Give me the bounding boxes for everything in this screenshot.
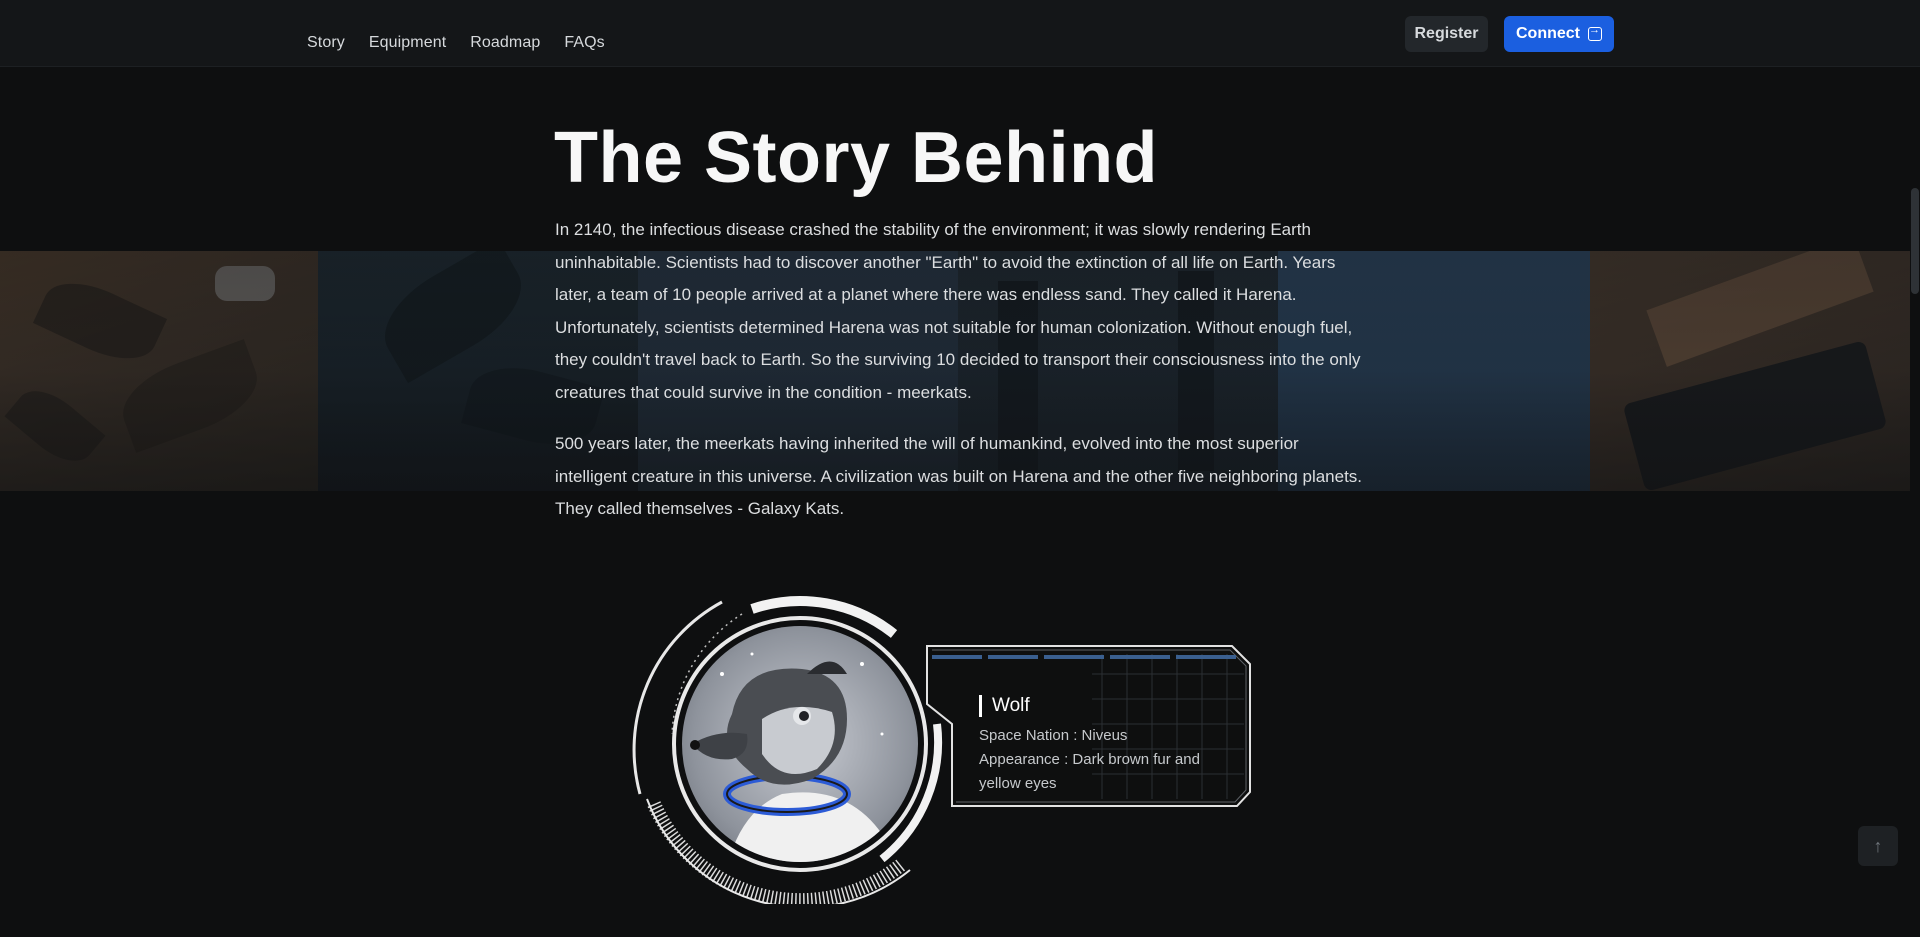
nav-link-equipment[interactable]: Equipment [369, 34, 446, 52]
story-paragraph-1: In 2140, the infectious disease crashed … [555, 220, 1361, 402]
arrow-up-icon: ↑ [1873, 835, 1883, 856]
back-to-top-button[interactable]: ↑ [1858, 826, 1898, 866]
top-navbar: Story Equipment Roadmap FAQs Register Co… [0, 0, 1920, 67]
nav-link-roadmap[interactable]: Roadmap [470, 34, 540, 52]
scrollbar-thumb[interactable] [1911, 188, 1919, 294]
story-paragraph-2: 500 years later, the meerkats having inh… [555, 434, 1363, 518]
character-card: Wolf Space Nation : Niveus Appearance : … [632, 594, 1252, 909]
character-nation: Space Nation : Niveus [979, 727, 1128, 744]
info-box-top-bars [932, 655, 1236, 659]
nav-link-story[interactable]: Story [307, 34, 345, 52]
character-appearance: Appearance : Dark brown fur and yellow e… [979, 751, 1200, 792]
page-scrollbar[interactable] [1910, 0, 1920, 937]
connect-label: Connect [1516, 25, 1580, 42]
register-button[interactable]: Register [1405, 16, 1488, 52]
nav-link-faqs[interactable]: FAQs [564, 34, 604, 52]
page-title: The Story Behind [554, 118, 1159, 198]
connect-button[interactable]: Connect [1504, 16, 1614, 52]
page: Story Equipment Roadmap FAQs Register Co… [0, 0, 1920, 937]
nav-links: Story Equipment Roadmap FAQs [307, 34, 629, 52]
login-arrow-icon [1588, 24, 1602, 41]
character-name: Wolf [979, 695, 1030, 717]
register-label: Register [1414, 25, 1479, 42]
